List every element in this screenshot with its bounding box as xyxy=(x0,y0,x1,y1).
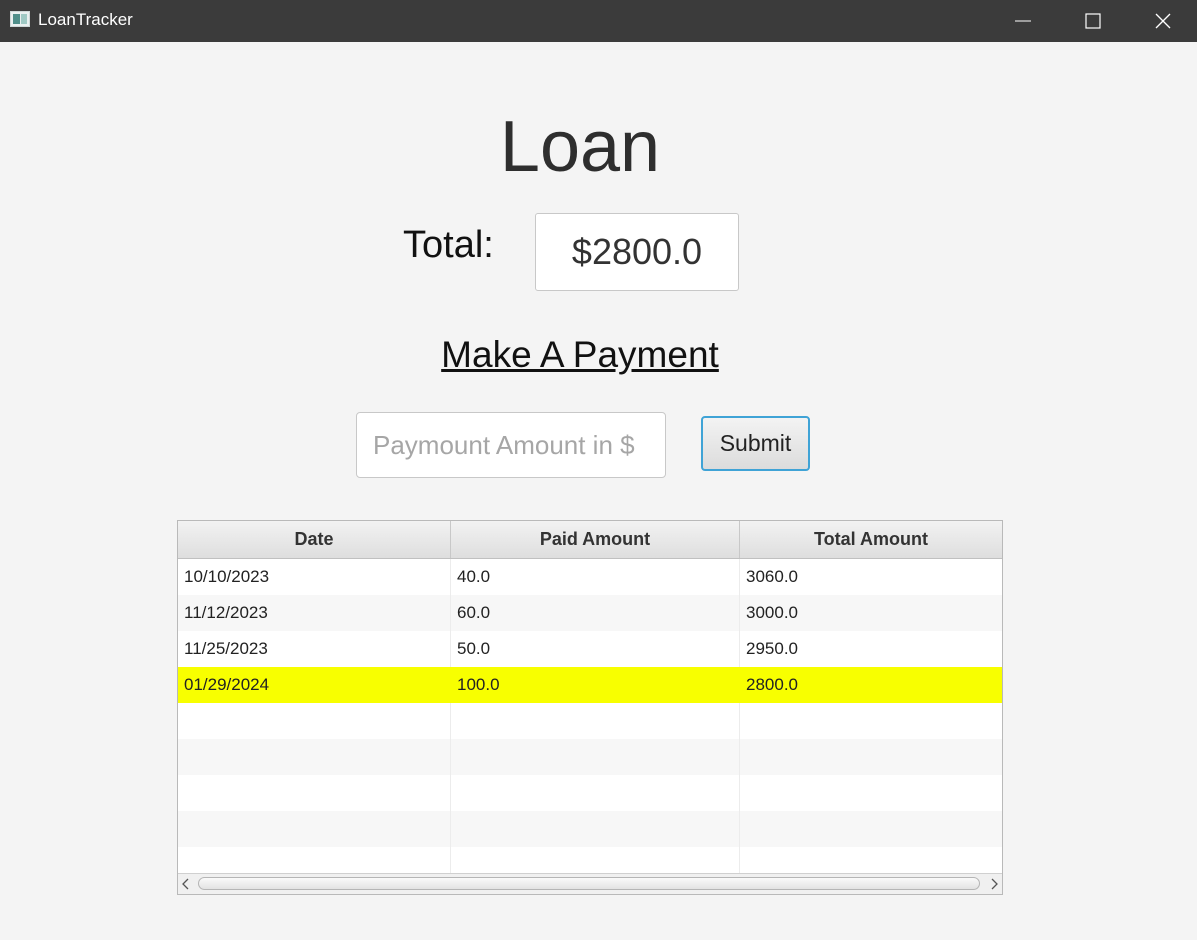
submit-button[interactable]: Submit xyxy=(701,416,810,471)
total-value: $2800.0 xyxy=(535,213,739,291)
total-label: Total: xyxy=(403,224,494,266)
total-amount-cell: 2950.0 xyxy=(746,639,798,658)
column-header-total-amount[interactable]: Total Amount xyxy=(740,521,1002,558)
table-header: Date Paid Amount Total Amount xyxy=(178,521,1002,559)
minimize-button[interactable] xyxy=(988,0,1058,42)
maximize-button[interactable] xyxy=(1058,0,1128,42)
payment-amount-input[interactable] xyxy=(356,412,666,478)
date-cell: 11/12/2023 xyxy=(178,595,451,631)
column-header-paid-amount[interactable]: Paid Amount xyxy=(451,521,740,558)
table-row-selected[interactable]: 01/29/2024 100.0 2800.0 xyxy=(178,667,1002,703)
maximize-icon xyxy=(1085,13,1101,29)
app-window-icon xyxy=(10,11,30,27)
minimize-icon xyxy=(1015,20,1031,22)
total-amount-cell: 3060.0 xyxy=(746,567,798,586)
empty-table-row xyxy=(178,847,1002,873)
empty-table-row xyxy=(178,775,1002,811)
paid-amount-cell: 50.0 xyxy=(451,631,740,667)
table-body: 10/10/2023 40.0 3060.0 11/12/2023 60.0 3… xyxy=(178,559,1002,873)
empty-table-row xyxy=(178,811,1002,847)
column-header-date[interactable]: Date xyxy=(178,521,451,558)
payments-table[interactable]: Date Paid Amount Total Amount 10/10/2023… xyxy=(177,520,1003,895)
empty-table-row xyxy=(178,739,1002,775)
close-icon xyxy=(1155,13,1171,29)
payment-heading: Make A Payment xyxy=(441,334,719,375)
title-bar: LoanTracker xyxy=(0,0,1197,42)
table-row[interactable]: 11/12/2023 60.0 3000.0 xyxy=(178,595,1002,631)
date-cell: 10/10/2023 xyxy=(178,559,451,595)
date-cell: 11/25/2023 xyxy=(178,631,451,667)
page-title: Loan xyxy=(499,107,661,187)
window-title: LoanTracker xyxy=(38,10,133,29)
paid-amount-cell: 40.0 xyxy=(451,559,740,595)
date-cell: 01/29/2024 xyxy=(178,667,451,703)
total-amount-cell: 3000.0 xyxy=(746,603,798,622)
horizontal-scrollbar[interactable] xyxy=(178,873,1002,894)
scroll-right-icon[interactable] xyxy=(988,877,1000,891)
paid-amount-cell: 60.0 xyxy=(451,595,740,631)
paid-amount-cell: 100.0 xyxy=(451,667,740,703)
scrollbar-thumb[interactable] xyxy=(198,877,980,890)
table-row[interactable]: 10/10/2023 40.0 3060.0 xyxy=(178,559,1002,595)
close-button[interactable] xyxy=(1128,0,1197,42)
table-row[interactable]: 11/25/2023 50.0 2950.0 xyxy=(178,631,1002,667)
total-amount-cell: 2800.0 xyxy=(746,675,798,694)
empty-table-row xyxy=(178,703,1002,739)
scroll-left-icon[interactable] xyxy=(180,877,192,891)
